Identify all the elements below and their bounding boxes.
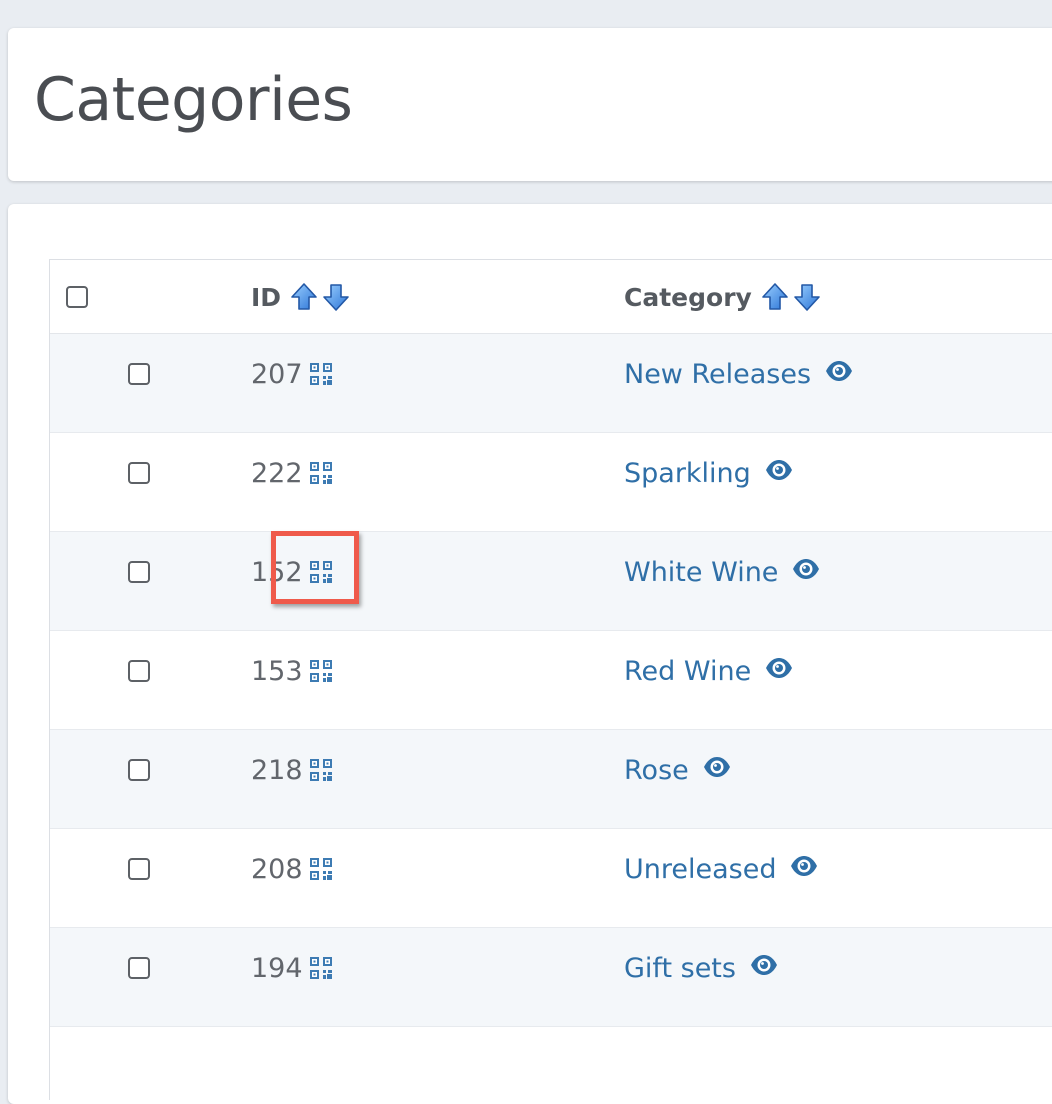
categories-table-card: ID Category 207 New Releases 222 Sparkli… (8, 204, 1052, 1104)
eye-icon[interactable] (750, 954, 778, 976)
row-category-cell: Unreleased (624, 854, 818, 885)
row-id-cell: 152 (251, 556, 333, 588)
row-id: 222 (251, 457, 303, 489)
row-id-cell: 208 (251, 853, 333, 885)
table-row: 218 Rose (50, 730, 1052, 829)
column-header-id: ID (251, 282, 351, 312)
row-id-cell: 207 (251, 358, 333, 390)
column-header-id-label: ID (251, 282, 282, 312)
qr-code-icon[interactable] (309, 560, 333, 584)
table-row: 222 Sparkling (50, 433, 1052, 532)
row-checkbox[interactable] (128, 561, 150, 583)
table-row: 208 Unreleased (50, 829, 1052, 928)
eye-icon[interactable] (792, 558, 820, 580)
qr-code-icon[interactable] (309, 956, 333, 980)
row-checkbox[interactable] (128, 759, 150, 781)
table-row: 207 New Releases (50, 334, 1052, 433)
qr-code-icon[interactable] (309, 461, 333, 485)
select-all-checkbox[interactable] (66, 286, 88, 308)
category-link[interactable]: Unreleased (624, 854, 776, 885)
page-header-card: Categories (8, 28, 1052, 181)
sort-descending-category-icon[interactable] (792, 282, 822, 312)
row-checkbox[interactable] (128, 660, 150, 682)
row-id: 208 (251, 853, 303, 885)
row-checkbox[interactable] (128, 858, 150, 880)
category-link[interactable]: Sparkling (624, 458, 751, 489)
category-link[interactable]: White Wine (624, 557, 778, 588)
table-header: ID Category (50, 260, 1052, 334)
table-row: 194 Gift sets (50, 928, 1052, 1027)
row-id: 153 (251, 655, 303, 687)
row-id: 218 (251, 754, 303, 786)
qr-code-icon[interactable] (309, 659, 333, 683)
category-link[interactable]: Red Wine (624, 656, 751, 687)
eye-icon[interactable] (703, 756, 731, 778)
table-row: 152 White Wine (50, 532, 1052, 631)
row-id: 194 (251, 952, 303, 984)
row-category-cell: Red Wine (624, 656, 793, 687)
row-category-cell: Gift sets (624, 953, 778, 984)
row-category-cell: New Releases (624, 359, 853, 390)
row-id-cell: 194 (251, 952, 333, 984)
sort-ascending-id-icon[interactable] (289, 282, 319, 312)
column-header-category: Category (624, 282, 822, 312)
row-checkbox[interactable] (128, 957, 150, 979)
qr-code-icon[interactable] (309, 758, 333, 782)
row-id: 152 (251, 556, 303, 588)
category-link[interactable]: Gift sets (624, 953, 736, 984)
sort-ascending-category-icon[interactable] (760, 282, 790, 312)
row-category-cell: Sparkling (624, 458, 793, 489)
eye-icon[interactable] (790, 855, 818, 877)
row-category-cell: White Wine (624, 557, 820, 588)
row-id: 207 (251, 358, 303, 390)
eye-icon[interactable] (765, 459, 793, 481)
eye-icon[interactable] (825, 360, 853, 382)
category-link[interactable]: Rose (624, 755, 689, 786)
table-row: 153 Red Wine (50, 631, 1052, 730)
column-header-category-label: Category (624, 282, 752, 312)
sort-descending-id-icon[interactable] (321, 282, 351, 312)
page-title: Categories (34, 65, 353, 135)
row-category-cell: Rose (624, 755, 731, 786)
eye-icon[interactable] (765, 657, 793, 679)
category-link[interactable]: New Releases (624, 359, 811, 390)
row-id-cell: 153 (251, 655, 333, 687)
row-id-cell: 218 (251, 754, 333, 786)
qr-code-icon[interactable] (309, 857, 333, 881)
row-checkbox[interactable] (128, 363, 150, 385)
row-checkbox[interactable] (128, 462, 150, 484)
categories-table: ID Category 207 New Releases 222 Sparkli… (49, 259, 1052, 1100)
row-id-cell: 222 (251, 457, 333, 489)
qr-code-icon[interactable] (309, 362, 333, 386)
